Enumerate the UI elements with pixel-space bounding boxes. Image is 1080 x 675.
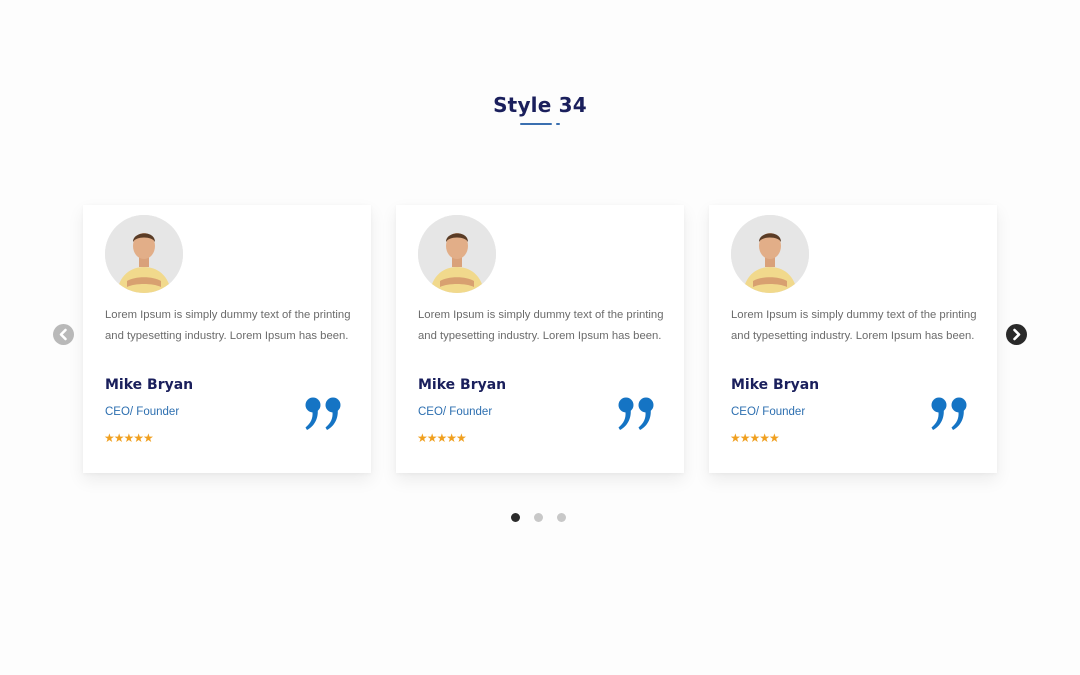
chevron-right-icon bbox=[1013, 328, 1021, 341]
pagination-dot-2[interactable] bbox=[534, 513, 543, 522]
author-role: CEO/ Founder bbox=[731, 406, 806, 418]
author-name: Mike Bryan bbox=[418, 377, 507, 393]
author-name: Mike Bryan bbox=[105, 377, 194, 393]
testimonial-text: Lorem Ipsum is simply dummy text of the … bbox=[418, 309, 664, 342]
pagination-dot-3[interactable] bbox=[557, 513, 566, 522]
author-name: Mike Bryan bbox=[731, 377, 820, 393]
chevron-left-icon bbox=[59, 328, 67, 341]
title-underline-dot bbox=[556, 123, 560, 125]
quote-icon bbox=[305, 397, 341, 430]
testimonial-card: Lorem Ipsum is simply dummy text of the … bbox=[709, 205, 997, 473]
section-title: Style 34 bbox=[493, 93, 587, 117]
quote-icon bbox=[931, 397, 967, 430]
quote-icon bbox=[618, 397, 654, 430]
testimonial-text: Lorem Ipsum is simply dummy text of the … bbox=[105, 309, 351, 342]
author-role: CEO/ Founder bbox=[418, 406, 493, 418]
carousel-pagination bbox=[511, 513, 566, 522]
carousel-next-button[interactable] bbox=[1006, 324, 1027, 345]
carousel-prev-button[interactable] bbox=[53, 324, 74, 345]
title-underline bbox=[520, 123, 552, 125]
testimonial-text: Lorem Ipsum is simply dummy text of the … bbox=[731, 309, 977, 342]
testimonial-card: Lorem Ipsum is simply dummy text of the … bbox=[83, 205, 371, 473]
star-rating: ★★★★★ bbox=[417, 431, 467, 445]
author-role: CEO/ Founder bbox=[105, 406, 180, 418]
avatar bbox=[418, 215, 496, 293]
avatar bbox=[105, 215, 183, 293]
testimonial-card: Lorem Ipsum is simply dummy text of the … bbox=[396, 205, 684, 473]
star-rating: ★★★★★ bbox=[104, 431, 154, 445]
pagination-dot-1[interactable] bbox=[511, 513, 520, 522]
star-rating: ★★★★★ bbox=[730, 431, 780, 445]
avatar bbox=[731, 215, 809, 293]
